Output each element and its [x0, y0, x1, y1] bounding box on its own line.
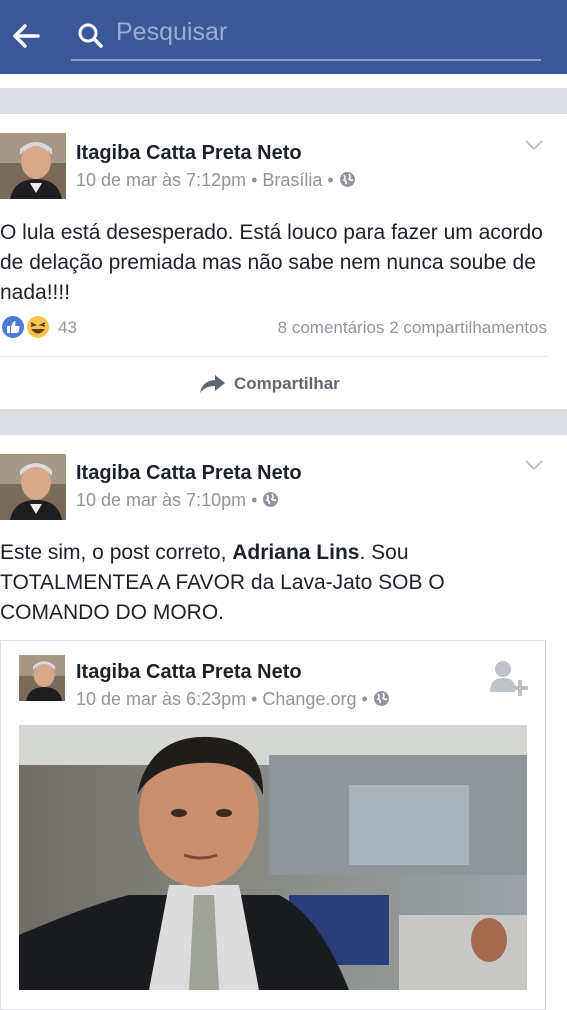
- feed-separator: [0, 409, 567, 435]
- reaction-count[interactable]: 43: [58, 318, 77, 338]
- post-meta: 10 de mar às 7:10pm •: [76, 490, 279, 511]
- post-text-part: Este sim, o post correto,: [0, 541, 233, 564]
- globe-icon: [263, 492, 279, 507]
- mention-link[interactable]: Adriana Lins: [232, 541, 359, 564]
- post-text: Este sim, o post correto, Adriana Lins. …: [0, 538, 560, 628]
- share-label: Compartilhar: [234, 374, 340, 393]
- reactions[interactable]: [0, 312, 56, 342]
- top-bar: Pesquisar: [0, 0, 567, 74]
- back-arrow-icon[interactable]: [10, 20, 42, 52]
- share-button[interactable]: Compartilhar: [199, 372, 340, 396]
- feed-separator: [0, 88, 567, 114]
- search-input[interactable]: Pesquisar: [116, 18, 227, 47]
- globe-icon: [373, 691, 389, 706]
- share-arrow-icon: [200, 375, 225, 393]
- shared-post-author[interactable]: Itagiba Catta Preta Neto: [76, 661, 302, 684]
- avatar[interactable]: [0, 133, 66, 199]
- chevron-down-icon[interactable]: [524, 138, 544, 152]
- shared-photo[interactable]: [19, 725, 527, 990]
- post-timestamp[interactable]: 10 de mar às 7:10pm •: [76, 490, 257, 510]
- add-friend-icon[interactable]: [488, 658, 528, 698]
- chevron-down-icon[interactable]: [524, 458, 544, 472]
- post-timestamp-location[interactable]: 10 de mar às 7:12pm • Brasília •: [76, 170, 334, 190]
- divider: [0, 356, 547, 357]
- avatar[interactable]: [0, 454, 66, 520]
- post-text: O lula está desesperado. Está louco para…: [0, 221, 543, 304]
- search-underline: [71, 59, 541, 61]
- like-icon: [0, 314, 26, 340]
- shared-post-meta: 10 de mar às 6:23pm • Change.org •: [76, 689, 390, 710]
- engagement-stats[interactable]: 8 comentários 2 compartilhamentos: [278, 318, 547, 338]
- post-author[interactable]: Itagiba Catta Preta Neto: [76, 142, 302, 165]
- haha-icon: [25, 314, 51, 340]
- shared-post-timestamp-source[interactable]: 10 de mar às 6:23pm • Change.org •: [76, 689, 368, 709]
- globe-icon: [339, 172, 355, 187]
- avatar[interactable]: [19, 655, 65, 701]
- comments-count[interactable]: 8 comentários: [278, 318, 385, 337]
- shares-count[interactable]: 2 compartilhamentos: [389, 318, 547, 337]
- post-author[interactable]: Itagiba Catta Preta Neto: [76, 462, 302, 485]
- post-meta: 10 de mar às 7:12pm • Brasília •: [76, 170, 356, 191]
- search-icon[interactable]: [77, 22, 103, 48]
